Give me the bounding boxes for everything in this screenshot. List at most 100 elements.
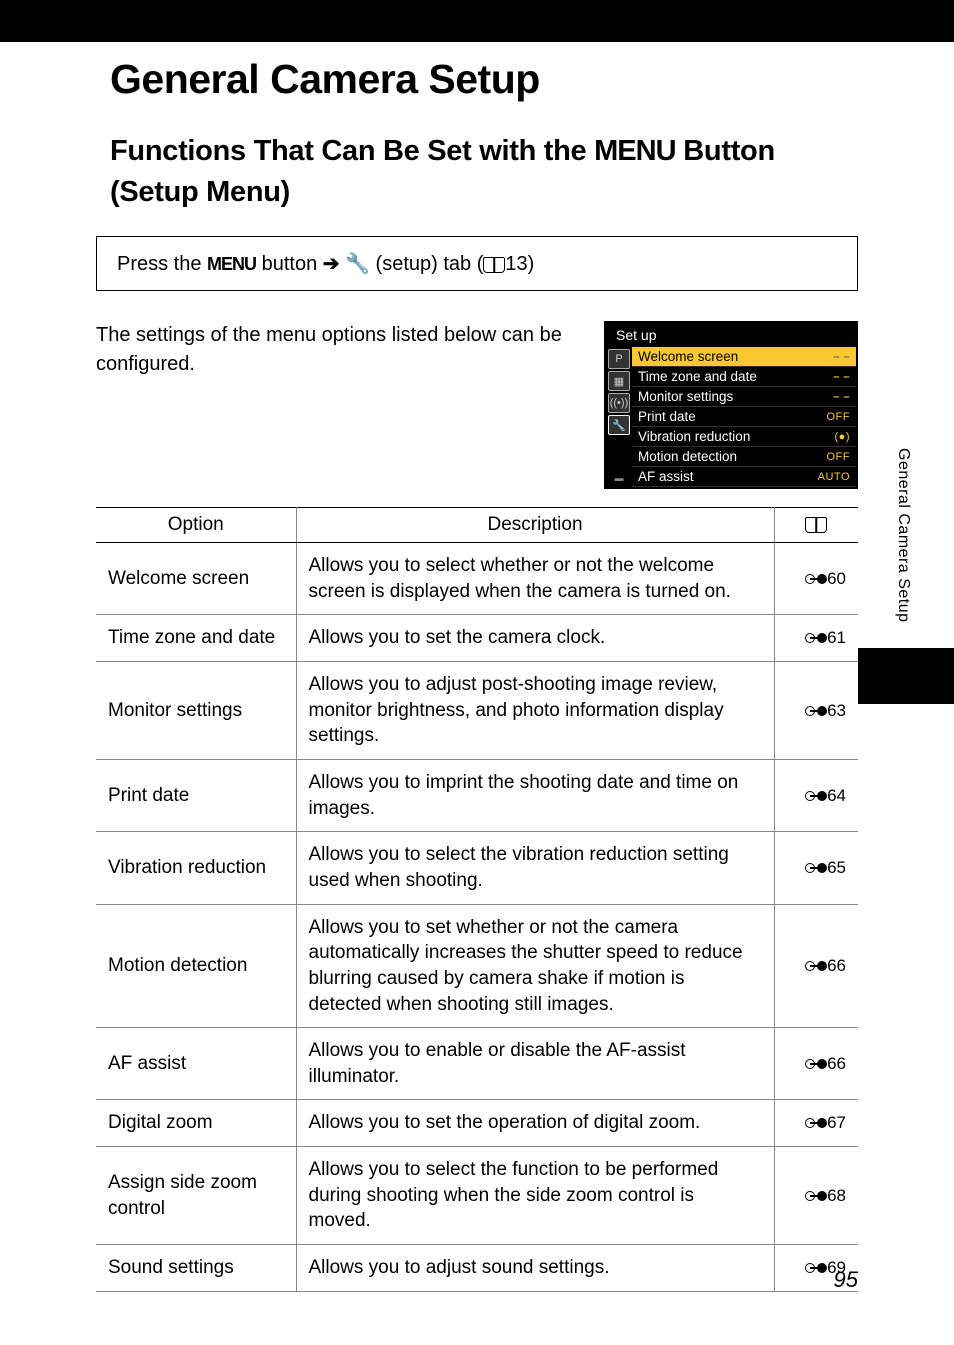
reference-number: 66 [827,956,846,975]
reference-cell: 67 [774,1100,858,1147]
th-description: Description [296,508,774,543]
screenshot-item-label: AF assist [638,469,694,484]
screenshot-item-label: Monitor settings [638,389,733,404]
section-prefix: Functions That Can Be Set with the [110,135,594,167]
screenshot-item: Monitor settings – – [632,387,856,407]
options-tbody: Welcome screenAllows you to select wheth… [96,543,858,1291]
instr-after: (setup) tab ( [370,253,483,275]
intro-text: The settings of the menu options listed … [96,321,578,379]
table-row: Monitor settingsAllows you to adjust pos… [96,662,858,760]
reference-icon [805,961,827,971]
option-cell: Sound settings [96,1245,296,1292]
reference-number: 63 [827,701,846,720]
reference-icon [805,633,827,643]
option-cell: Digital zoom [96,1100,296,1147]
side-tab-label: General Camera Setup [894,448,912,623]
reference-number: 60 [827,569,846,588]
instr-mid: button [256,253,323,275]
screenshot-tab: ▦ [608,371,630,391]
option-cell: Time zone and date [96,615,296,662]
description-cell: Allows you to set the operation of digit… [296,1100,774,1147]
table-row: AF assistAllows you to enable or disable… [96,1028,858,1100]
reference-icon [805,706,827,716]
reference-cell: 64 [774,760,858,832]
reference-icon [805,1191,827,1201]
instruction-box: Press the MENU button ➔ 🔧 (setup) tab (1… [96,236,858,291]
menu-glyph-small: MENU [207,254,256,274]
reference-cell: 63 [774,662,858,760]
screenshot-tabs: P▦((•))🔧▬ [606,347,632,487]
screenshot-item-value: (●) [835,431,850,443]
screenshot-item: AF assist AUTO [632,467,856,487]
description-cell: Allows you to select whether or not the … [296,543,774,615]
reference-number: 67 [827,1113,846,1132]
option-cell: Monitor settings [96,662,296,760]
option-cell: Assign side zoom control [96,1147,296,1245]
option-cell: Vibration reduction [96,832,296,904]
table-row: Motion detectionAllows you to set whethe… [96,904,858,1028]
table-row: Vibration reductionAllows you to select … [96,832,858,904]
chapter-title: General Camera Setup [110,56,858,103]
reference-cell: 61 [774,615,858,662]
table-row: Sound settingsAllows you to adjust sound… [96,1245,858,1292]
reference-number: 61 [827,628,846,647]
menu-glyph: MENU [594,135,675,167]
reference-icon [805,1118,827,1128]
th-reference [774,508,858,543]
description-cell: Allows you to select the function to be … [296,1147,774,1245]
screenshot-item-label: Welcome screen [638,349,738,364]
book-icon [483,257,505,273]
reference-number: 66 [827,1054,846,1073]
reference-number: 65 [827,858,846,877]
side-tab-mark [858,648,954,704]
description-cell: Allows you to adjust sound settings. [296,1245,774,1292]
description-cell: Allows you to adjust post-shooting image… [296,662,774,760]
screenshot-item: Vibration reduction (●) [632,427,856,447]
header-black-bar [0,0,954,42]
screenshot-tab: 🔧 [608,415,630,435]
reference-icon [805,863,827,873]
screenshot-item-value: – – [833,391,850,403]
description-cell: Allows you to set the camera clock. [296,615,774,662]
reference-icon [805,791,827,801]
screenshot-item-value: – – [833,371,850,383]
th-option: Option [96,508,296,543]
section-title: Functions That Can Be Set with the MENU … [110,131,858,212]
reference-cell: 60 [774,543,858,615]
page-number: 95 [834,1267,858,1293]
instr-prefix: Press the [117,253,207,275]
table-row: Time zone and dateAllows you to set the … [96,615,858,662]
table-row: Digital zoomAllows you to set the operat… [96,1100,858,1147]
screenshot-item-value: OFF [827,451,851,463]
screenshot-item-value: – – [833,351,850,363]
reference-cell: 65 [774,832,858,904]
reference-icon [805,1263,827,1273]
reference-number: 68 [827,1186,846,1205]
screenshot-title: Set up [606,323,856,347]
screenshot-item-label: Time zone and date [638,369,757,384]
screenshot-item-value: OFF [827,411,851,423]
screenshot-item: Print date OFF [632,407,856,427]
reference-cell: 66 [774,1028,858,1100]
table-row: Welcome screenAllows you to select wheth… [96,543,858,615]
reference-icon [805,1059,827,1069]
screenshot-tab: P [608,349,630,369]
screenshot-list: Welcome screen– –Time zone and date– –Mo… [632,347,856,487]
reference-cell: 68 [774,1147,858,1245]
screenshot-item: Time zone and date – – [632,367,856,387]
screenshot-item-label: Print date [638,409,696,424]
table-row: Assign side zoom controlAllows you to se… [96,1147,858,1245]
screenshot-item-value: AUTO [818,471,850,483]
description-cell: Allows you to set whether or not the cam… [296,904,774,1028]
option-cell: Motion detection [96,904,296,1028]
description-cell: Allows you to enable or disable the AF-a… [296,1028,774,1100]
option-cell: Welcome screen [96,543,296,615]
screenshot-tab: ((•)) [608,393,630,413]
screenshot-item: Welcome screen – – [632,347,856,367]
option-cell: AF assist [96,1028,296,1100]
screenshot-item-label: Vibration reduction [638,429,750,444]
option-cell: Print date [96,760,296,832]
wrench-icon: 🔧 [345,251,370,276]
screenshot-item-label: Motion detection [638,449,737,464]
reference-number: 64 [827,786,846,805]
